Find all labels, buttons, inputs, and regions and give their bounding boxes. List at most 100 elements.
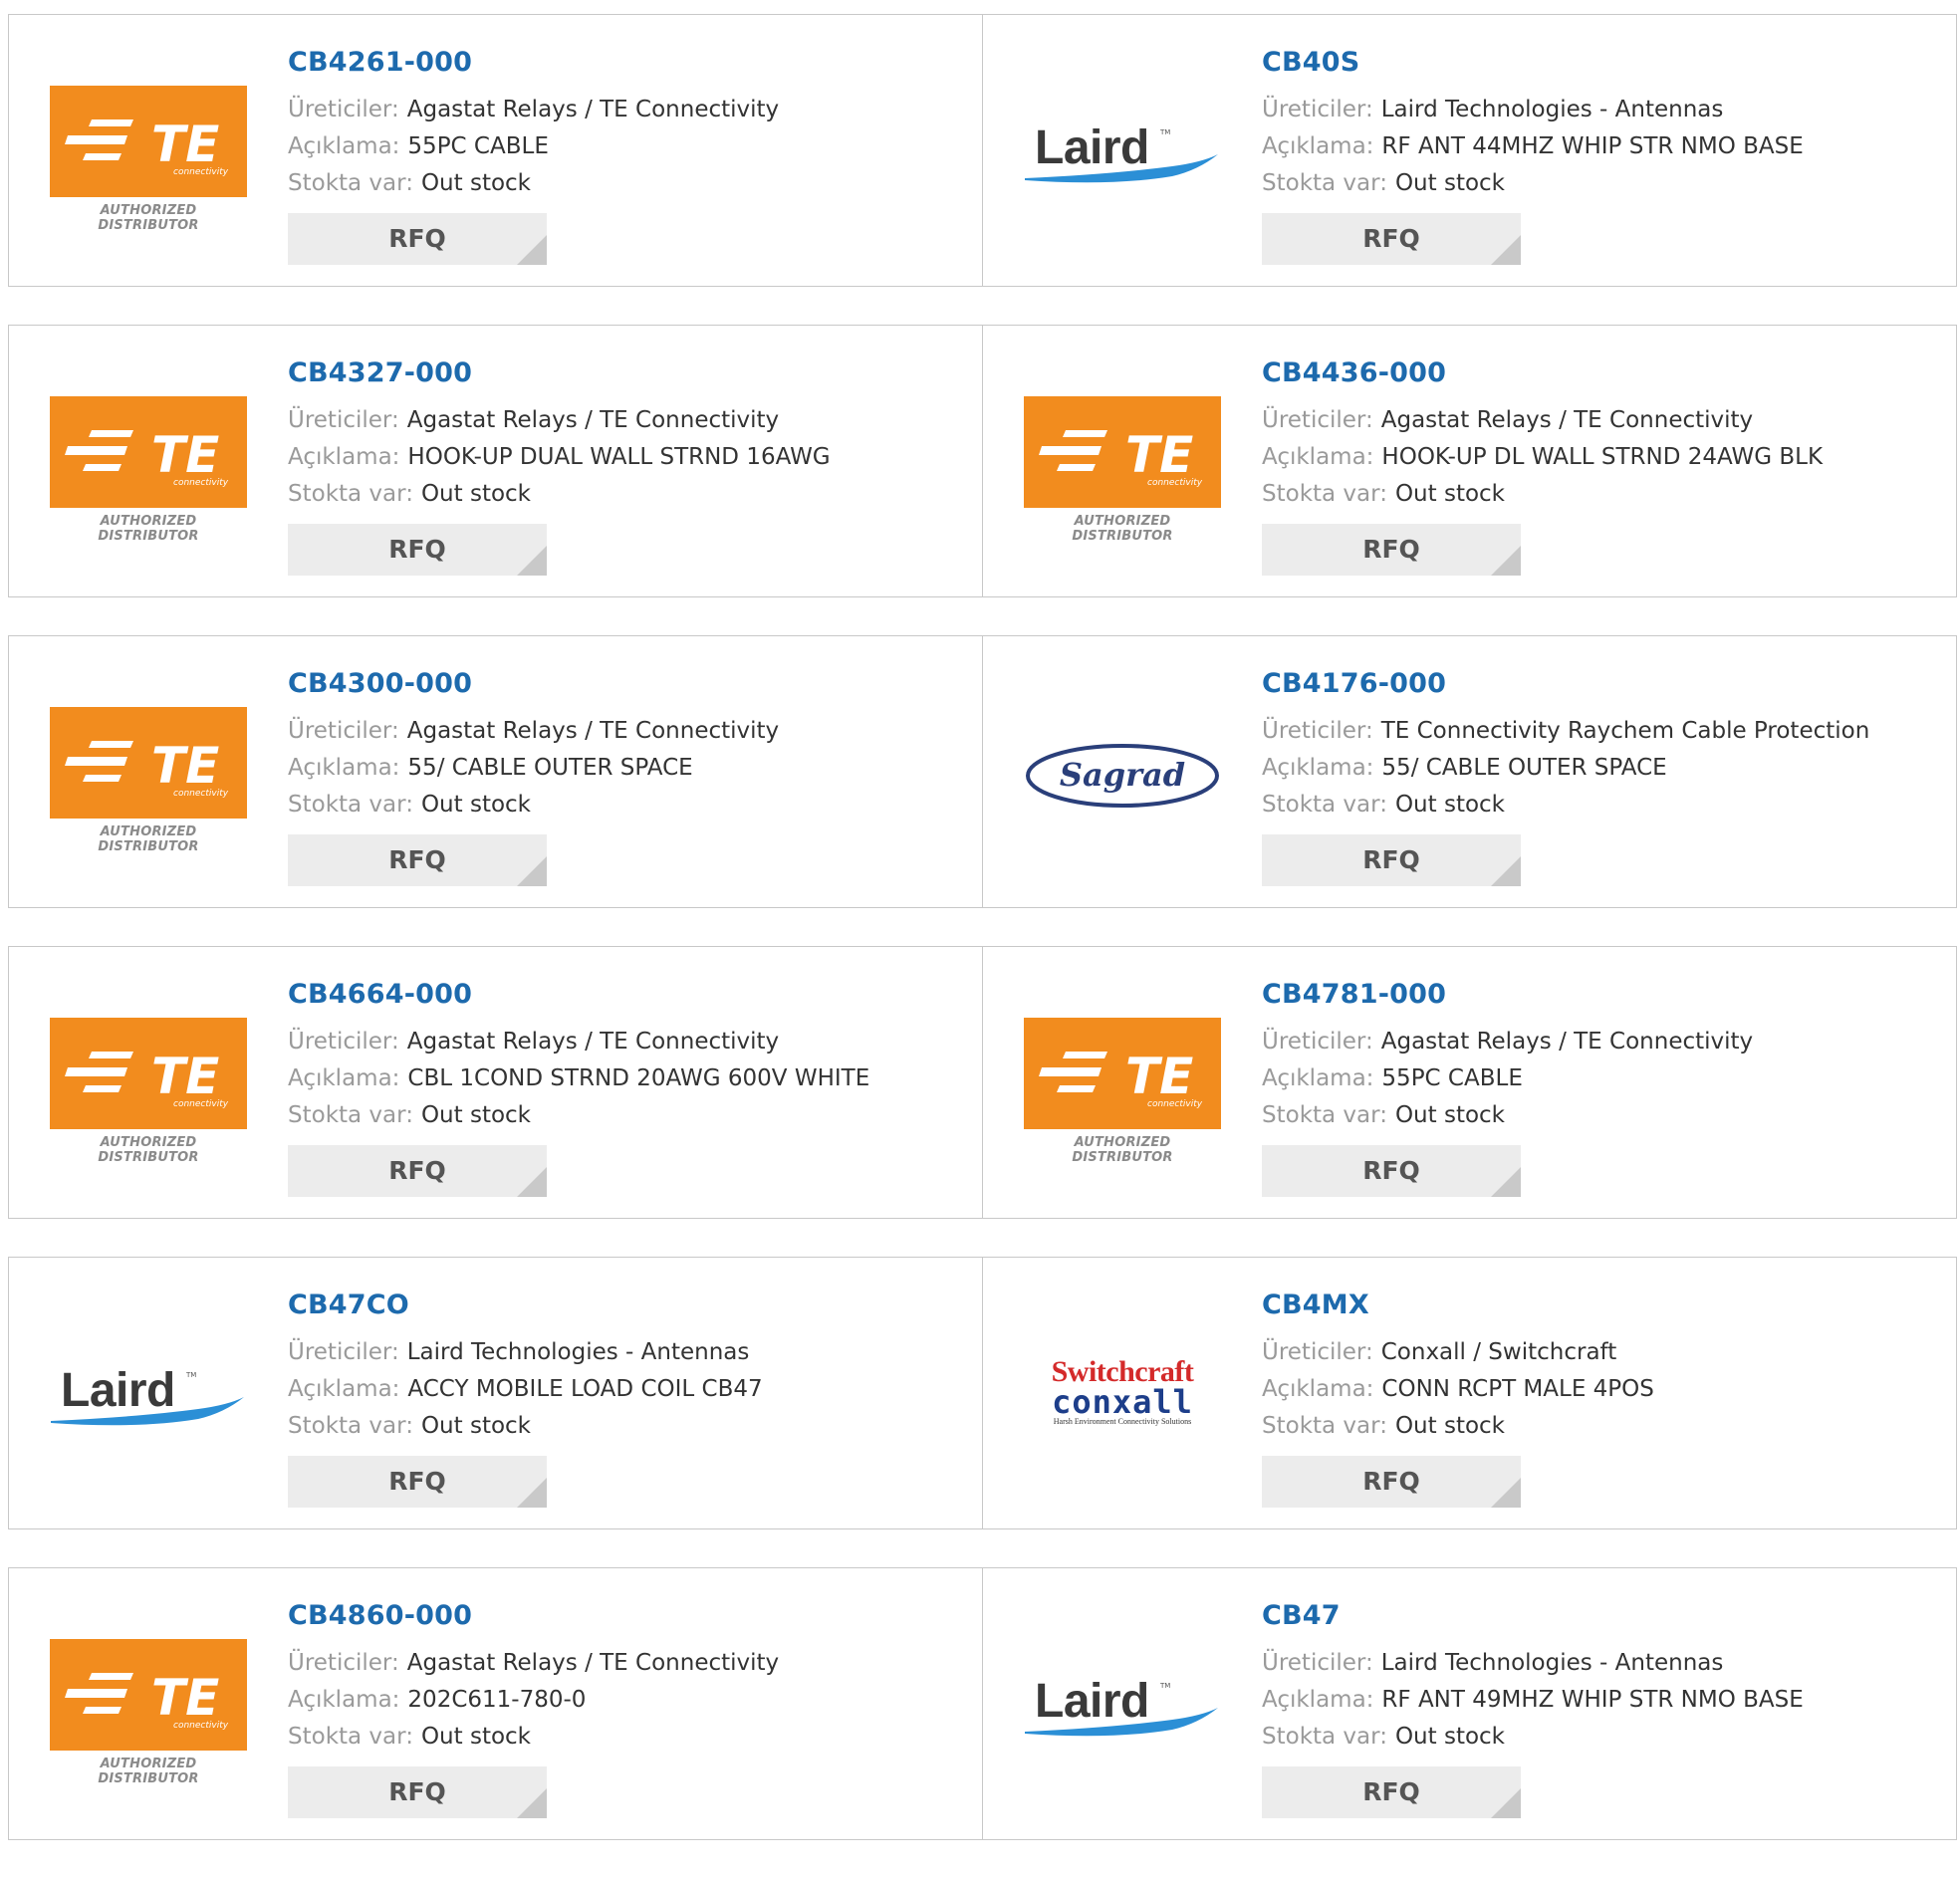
description-value: 55PC CABLE [1381, 1065, 1523, 1091]
manufacturer-logo[interactable]: TE connectivity AUTHORIZED DISTRIBUTOR [49, 706, 248, 854]
te-sub-text: connectivity [173, 1721, 229, 1731]
stock-value: Out stock [1394, 792, 1506, 818]
rfq-button[interactable]: RFQ [288, 213, 547, 265]
product-card: TE connectivity AUTHORIZED DISTRIBUTOR C… [8, 325, 983, 597]
manufacturer-logo[interactable]: TE connectivity AUTHORIZED DISTRIBUTOR [49, 1638, 248, 1786]
te-brand-text: TE [151, 737, 219, 795]
rfq-button[interactable]: RFQ [1262, 1456, 1521, 1508]
corner-triangle-icon [1491, 1478, 1521, 1508]
manufacturer-logo[interactable]: Laird TM [49, 1327, 248, 1467]
product-card: Sagrad CB4176-000 Üreticiler: TE Connecti… [983, 635, 1957, 908]
stock-row: Stokta var: Out stock [288, 1097, 869, 1134]
te-connectivity-logo: TE connectivity AUTHORIZED DISTRIBUTOR [50, 396, 247, 544]
manufacturer-logo[interactable]: TE connectivity AUTHORIZED DISTRIBUTOR [49, 1017, 248, 1165]
description-value: 55PC CABLE [407, 133, 549, 159]
te-logo-box: TE connectivity [50, 1639, 247, 1751]
part-number-link[interactable]: CB4327-000 [288, 356, 831, 390]
rfq-button[interactable]: RFQ [1262, 834, 1521, 886]
laird-tm-text: TM [1159, 128, 1170, 136]
part-number-link[interactable]: CB4261-000 [288, 46, 779, 80]
product-info: CB4436-000 Üreticiler: Agastat Relays / T… [1262, 356, 1823, 576]
description-row: Açıklama: CBL 1COND STRND 20AWG 600V WHIT… [288, 1060, 869, 1097]
rfq-button[interactable]: RFQ [1262, 1145, 1521, 1197]
product-info: CB4MX Üreticiler: Conxall / Switchcraft A… [1262, 1289, 1654, 1508]
product-row: TE connectivity AUTHORIZED DISTRIBUTOR C… [8, 1567, 1957, 1840]
manufacturer-value: Laird Technologies - Antennas [406, 1339, 750, 1365]
product-info: CB47CO Üreticiler: Laird Technologies - A… [288, 1289, 763, 1508]
part-number-link[interactable]: CB4MX [1262, 1289, 1654, 1322]
rfq-button[interactable]: RFQ [1262, 213, 1521, 265]
te-sub-text: connectivity [1147, 478, 1203, 488]
te-sub-text: connectivity [173, 478, 229, 488]
manufacturer-logo[interactable]: TE connectivity AUTHORIZED DISTRIBUTOR [1023, 1017, 1222, 1165]
description-value: 202C611-780-0 [407, 1687, 587, 1713]
laird-swoosh-icon [1025, 154, 1218, 183]
part-number-link[interactable]: CB4436-000 [1262, 356, 1823, 390]
part-number-link[interactable]: CB40S [1262, 46, 1804, 80]
stock-row: Stokta var: Out stock [1262, 787, 1869, 823]
manufacturer-label: Üreticiler: [288, 718, 399, 744]
rfq-button[interactable]: RFQ [288, 1145, 547, 1197]
te-stripes-icon [65, 1673, 133, 1714]
te-brand-text: TE [1125, 1048, 1193, 1105]
stock-row: Stokta var: Out stock [1262, 1097, 1753, 1134]
te-logo-box: TE connectivity [1024, 396, 1221, 508]
description-label: Açıklama: [288, 1687, 400, 1713]
product-info: CB47 Üreticiler: Laird Technologies - Ant… [1262, 1599, 1804, 1818]
manufacturer-value: Agastat Relays / TE Connectivity [406, 1650, 780, 1676]
te-brand-text: TE [151, 1669, 219, 1727]
product-card: TE connectivity AUTHORIZED DISTRIBUTOR C… [8, 14, 983, 287]
rfq-button[interactable]: RFQ [288, 524, 547, 576]
manufacturer-logo[interactable]: Switchcraft conxall Harsh Environment Co… [1023, 1327, 1222, 1467]
stock-value: Out stock [1394, 1413, 1506, 1439]
rfq-button[interactable]: RFQ [288, 834, 547, 886]
corner-triangle-icon [1491, 1167, 1521, 1197]
rfq-button[interactable]: RFQ [288, 1456, 547, 1508]
corner-triangle-icon [1491, 1788, 1521, 1818]
stock-row: Stokta var: Out stock [1262, 476, 1823, 513]
manufacturer-logo[interactable]: Laird TM [1023, 1638, 1222, 1777]
rfq-button[interactable]: RFQ [288, 1766, 547, 1818]
product-row: TE connectivity AUTHORIZED DISTRIBUTOR C… [8, 946, 1957, 1219]
manufacturer-value: Agastat Relays / TE Connectivity [406, 97, 780, 122]
manufacturer-label: Üreticiler: [288, 1339, 399, 1365]
stock-value: Out stock [420, 481, 532, 507]
corner-triangle-icon [1491, 235, 1521, 265]
manufacturer-logo[interactable]: TE connectivity AUTHORIZED DISTRIBUTOR [1023, 395, 1222, 544]
part-number-link[interactable]: CB47 [1262, 1599, 1804, 1633]
product-info: CB4860-000 Üreticiler: Agastat Relays / T… [288, 1599, 779, 1818]
manufacturer-logo[interactable]: Laird TM [1023, 85, 1222, 224]
manufacturer-label: Üreticiler: [1262, 97, 1373, 122]
manufacturer-row: Üreticiler: Agastat Relays / TE Connectiv… [288, 92, 779, 128]
manufacturer-label: Üreticiler: [1262, 1650, 1373, 1676]
product-info: CB4781-000 Üreticiler: Agastat Relays / T… [1262, 978, 1753, 1197]
manufacturer-logo[interactable]: TE connectivity AUTHORIZED DISTRIBUTOR [49, 85, 248, 233]
part-number-link[interactable]: CB4781-000 [1262, 978, 1753, 1012]
manufacturer-logo[interactable]: Sagrad [1023, 706, 1222, 845]
description-label: Açıklama: [1262, 1065, 1374, 1091]
part-number-link[interactable]: CB4300-000 [288, 667, 779, 701]
te-stripes-icon [65, 1052, 133, 1092]
description-row: Açıklama: RF ANT 49MHZ WHIP STR NMO BASE [1262, 1682, 1804, 1719]
part-number-link[interactable]: CB4176-000 [1262, 667, 1869, 701]
product-grid: TE connectivity AUTHORIZED DISTRIBUTOR C… [8, 14, 1957, 1878]
manufacturer-logo[interactable]: TE connectivity AUTHORIZED DISTRIBUTOR [49, 395, 248, 544]
manufacturer-label: Üreticiler: [1262, 1339, 1373, 1365]
rfq-label: RFQ [388, 1156, 446, 1185]
manufacturer-label: Üreticiler: [1262, 718, 1373, 744]
part-number-link[interactable]: CB4860-000 [288, 1599, 779, 1633]
rfq-label: RFQ [1362, 1777, 1420, 1806]
product-card: Laird TM CB47 Üreticiler: Laird Technolog… [983, 1567, 1957, 1840]
rfq-button[interactable]: RFQ [1262, 524, 1521, 576]
corner-triangle-icon [517, 1788, 547, 1818]
manufacturer-value: Agastat Relays / TE Connectivity [1380, 1029, 1754, 1055]
rfq-button[interactable]: RFQ [1262, 1766, 1521, 1818]
part-number-link[interactable]: CB4664-000 [288, 978, 869, 1012]
corner-triangle-icon [517, 1167, 547, 1197]
product-card: TE connectivity AUTHORIZED DISTRIBUTOR C… [983, 325, 1957, 597]
product-info: CB4176-000 Üreticiler: TE Connectivity Ra… [1262, 667, 1869, 886]
product-card: TE connectivity AUTHORIZED DISTRIBUTOR C… [8, 1567, 983, 1840]
part-number-link[interactable]: CB47CO [288, 1289, 763, 1322]
product-info: CB4300-000 Üreticiler: Agastat Relays / T… [288, 667, 779, 886]
manufacturer-row: Üreticiler: Agastat Relays / TE Connectiv… [288, 402, 831, 439]
